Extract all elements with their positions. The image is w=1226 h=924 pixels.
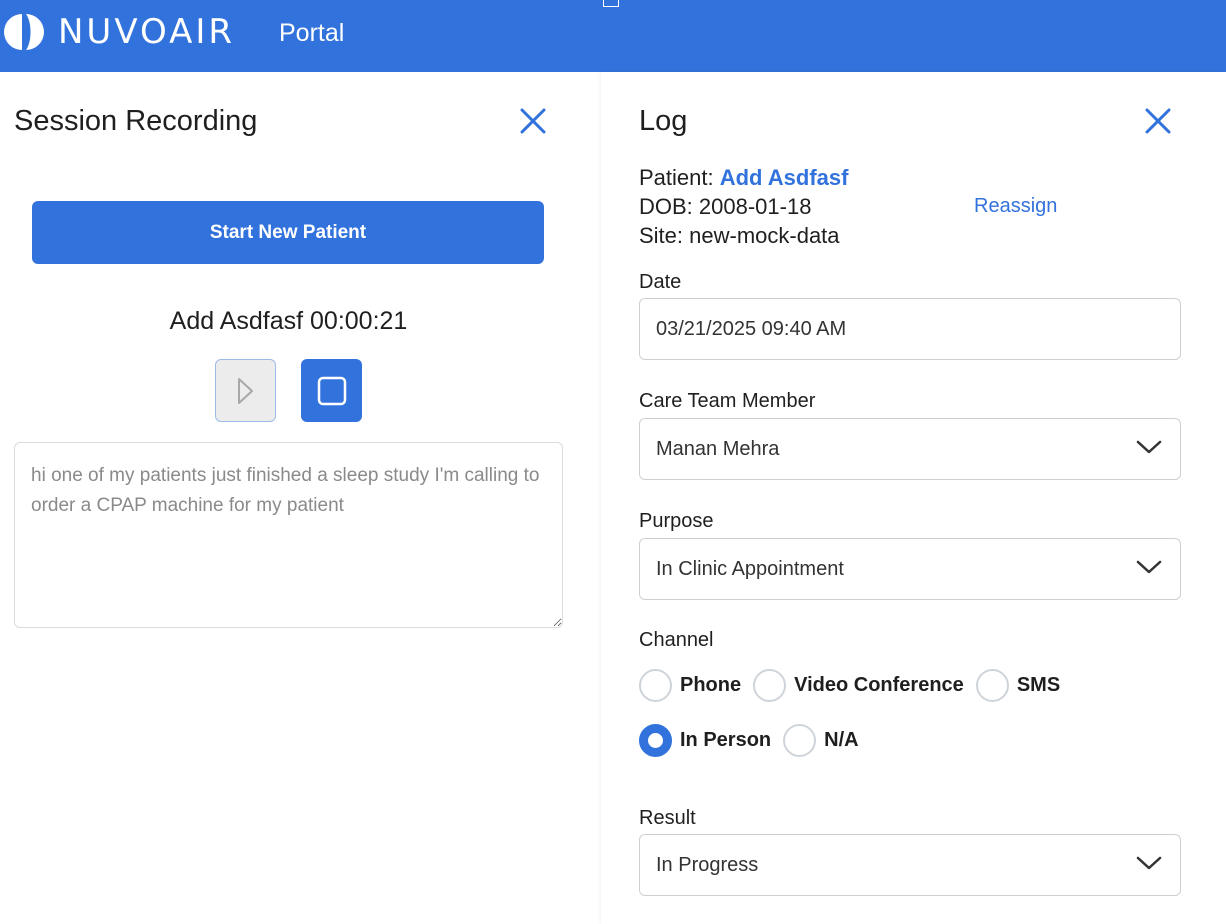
date-input[interactable]: 03/21/2025 09:40 AM <box>639 298 1181 360</box>
care-team-select[interactable]: Manan Mehra <box>639 418 1181 480</box>
purpose-value: In Clinic Appointment <box>656 557 844 580</box>
result-select[interactable]: In Progress <box>639 834 1181 896</box>
play-button[interactable] <box>215 359 276 422</box>
care-team-label: Care Team Member <box>639 390 816 412</box>
play-icon <box>237 377 253 404</box>
reassign-link[interactable]: Reassign <box>974 195 1057 218</box>
start-new-patient-button[interactable]: Start New Patient <box>32 201 544 264</box>
channel-label-phone[interactable]: Phone <box>680 674 741 697</box>
result-value: In Progress <box>656 853 759 876</box>
recording-timer: Add Asdfasf 00:00:21 <box>169 307 408 335</box>
date-label: Date <box>639 271 682 293</box>
stop-icon <box>317 376 346 405</box>
resize-handle[interactable] <box>603 0 619 7</box>
channel-label: Channel <box>639 629 714 651</box>
date-value: 03/21/2025 09:40 AM <box>656 317 847 340</box>
session-recording-panel: Session Recording Start New Patient Add … <box>0 72 601 924</box>
channel-label-video[interactable]: Video Conference <box>794 674 964 697</box>
chevron-down-icon <box>1136 560 1162 574</box>
site-line: Site: new-mock-data <box>639 223 840 248</box>
channel-radio-phone[interactable] <box>639 669 672 702</box>
channel-radio-video[interactable] <box>753 669 787 702</box>
channel-radio-na[interactable] <box>783 724 817 757</box>
top-navigation-bar: NUVOAIR Portal <box>0 0 1226 72</box>
channel-label-sms[interactable]: SMS <box>1017 674 1060 697</box>
channel-label-na[interactable]: N/A <box>824 729 858 752</box>
result-label: Result <box>639 807 696 829</box>
stop-button[interactable] <box>301 359 362 422</box>
log-title: Log <box>639 105 688 137</box>
logo-text: NUVOAIR <box>58 12 236 52</box>
patient-line: Patient: Add Asdfasf <box>639 165 848 191</box>
patient-name-link[interactable]: Add Asdfasf <box>720 165 849 190</box>
channel-label-in-person[interactable]: In Person <box>680 729 771 752</box>
nuvoair-logo[interactable]: NUVOAIR <box>2 12 235 52</box>
transcript-textarea[interactable]: hi one of my patients just finished a sl… <box>14 442 563 628</box>
log-panel: Log Patient: Add Asdfasf DOB: 2008-01-18… <box>601 72 1226 924</box>
patient-label: Patient: <box>639 165 714 190</box>
close-icon <box>1145 108 1171 134</box>
channel-radio-row-1: Phone Video Conference SMS <box>639 669 1072 702</box>
dob-line: DOB: 2008-01-18 <box>639 194 812 219</box>
session-recording-title: Session Recording <box>14 105 258 137</box>
chevron-down-icon <box>1136 856 1162 870</box>
session-close-button[interactable] <box>519 107 547 135</box>
purpose-select[interactable]: In Clinic Appointment <box>639 538 1181 600</box>
care-team-value: Manan Mehra <box>656 437 780 460</box>
portal-label: Portal <box>279 19 345 47</box>
channel-radio-sms[interactable] <box>975 669 1009 702</box>
log-close-button[interactable] <box>1144 107 1172 135</box>
channel-radio-row-2: In Person N/A <box>639 724 871 757</box>
purpose-label: Purpose <box>639 510 714 532</box>
chevron-down-icon <box>1136 440 1162 454</box>
channel-radio-in-person[interactable] <box>639 724 672 757</box>
nuvoair-logo-icon <box>4 14 44 50</box>
close-icon <box>520 108 546 134</box>
